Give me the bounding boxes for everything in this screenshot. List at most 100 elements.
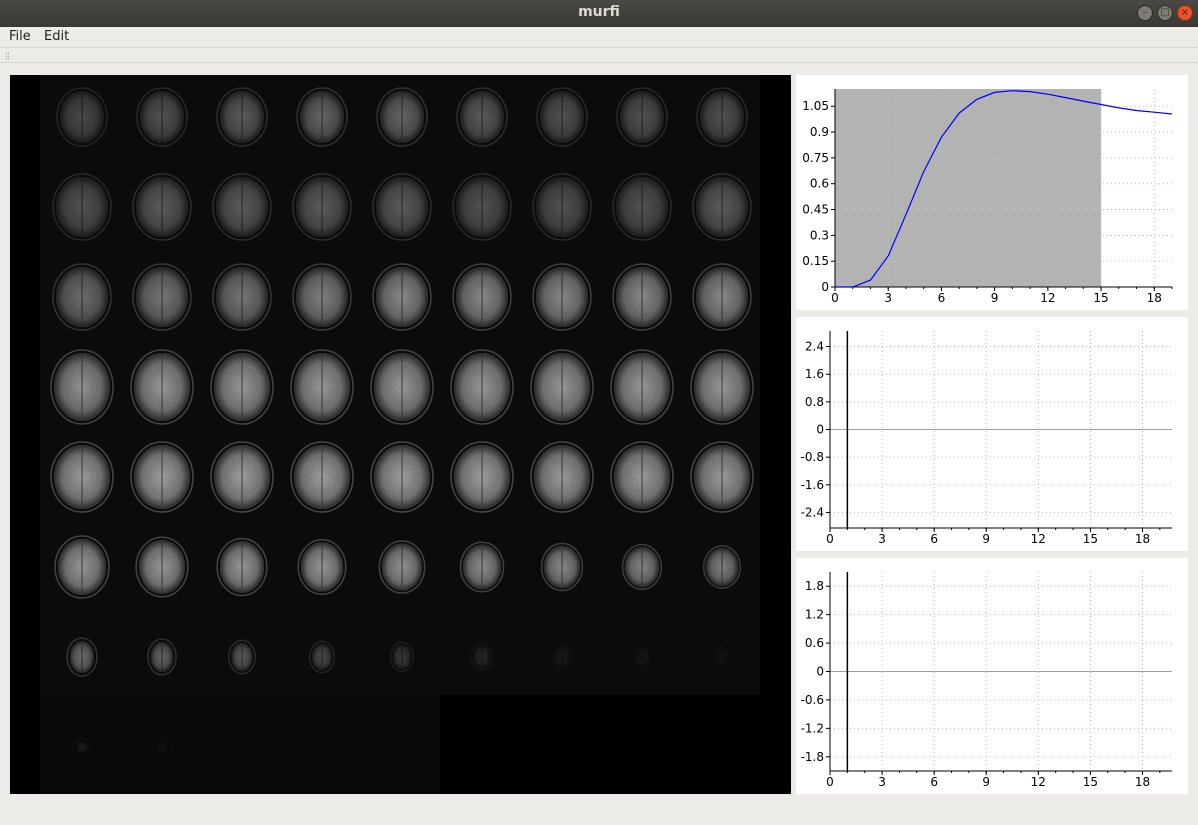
brain-slice <box>210 349 274 425</box>
brain-slice <box>616 87 668 147</box>
brain-slice <box>292 173 352 241</box>
brain-slice <box>612 263 672 331</box>
brain-slice <box>612 173 672 241</box>
y-tick-label: 0.3 <box>810 228 829 242</box>
brain-slice-mosaic <box>40 75 760 794</box>
brain-slice <box>52 173 112 241</box>
brain-slice <box>690 441 754 513</box>
plot-panel-activation: 0 3 6 9 12 15 18 2.4 1.6 0.8 0 -0.8 -1.6 -2.4 <box>796 317 1188 551</box>
menu-edit[interactable]: Edit <box>44 29 69 44</box>
x-tick-label: 0 <box>831 291 839 305</box>
y-tick-label: 0.15 <box>802 254 829 268</box>
brain-slice <box>216 87 268 147</box>
x-tick-label: 12 <box>1031 775 1046 789</box>
brain-slice <box>372 263 432 331</box>
brain-slice <box>132 263 192 331</box>
title-bar: murfi – □ × <box>0 0 1198 27</box>
maximize-button[interactable]: □ <box>1157 5 1173 21</box>
brain-slice <box>54 535 110 599</box>
x-tick-label: 0 <box>826 532 834 546</box>
y-tick-label: -2.4 <box>801 505 824 519</box>
brain-slice <box>210 441 274 513</box>
brain-slice <box>692 173 752 241</box>
x-tick-label: 18 <box>1147 291 1162 305</box>
plot-panel-motion: 0 3 6 9 12 15 18 1.8 1.2 0.6 0 -0.6 -1.2 -1.8 <box>796 558 1188 794</box>
x-tick-label: 0 <box>826 775 834 789</box>
menu-file[interactable]: File <box>9 29 31 44</box>
brain-slice <box>452 173 512 241</box>
y-tick-label: 0.8 <box>805 395 824 409</box>
brain-slice <box>212 173 272 241</box>
y-tick-label: 1.2 <box>805 608 824 622</box>
brain-slice <box>130 441 194 513</box>
brain-slice <box>389 641 415 673</box>
brain-slice <box>308 640 336 674</box>
brain-slice <box>692 263 752 331</box>
mosaic-image-viewer[interactable] <box>10 75 791 794</box>
brain-slice <box>452 263 512 331</box>
y-tick-label: 0.9 <box>810 125 829 139</box>
brain-slice <box>532 263 592 331</box>
y-tick-label: 2.4 <box>805 340 824 354</box>
brain-slice <box>540 542 584 592</box>
brain-slice <box>66 637 98 677</box>
y-tick-label: -0.6 <box>801 693 824 707</box>
brain-slice <box>696 87 748 147</box>
window-title: murfi <box>578 4 620 20</box>
brain-slice <box>690 349 754 425</box>
x-tick-label: 6 <box>930 532 938 546</box>
y-tick-label: 0.6 <box>805 636 824 650</box>
brain-slice <box>610 349 674 425</box>
brain-slice <box>50 349 114 425</box>
brain-slice <box>530 441 594 513</box>
y-tick-label: 0 <box>816 665 824 679</box>
motion-chart: 0 3 6 9 12 15 18 1.8 1.2 0.6 0 -0.6 -1.2 -1.8 <box>801 572 1172 789</box>
y-tick-label: 0.6 <box>810 177 829 191</box>
brain-slice <box>450 441 514 513</box>
y-tick-label: 0.75 <box>802 151 829 165</box>
y-tick-label: 0 <box>821 280 829 294</box>
y-tick-label: 1.8 <box>805 579 824 593</box>
brain-slice <box>147 638 177 676</box>
x-tick-label: 15 <box>1083 775 1098 789</box>
brain-slice <box>470 642 494 672</box>
plot-panel-hrf: 0 3 6 9 12 15 18 0 0.15 0.3 0.45 0.6 0.75 0.9 1.05 <box>796 75 1188 310</box>
toolbar <box>0 47 1198 63</box>
brain-slice <box>370 441 434 513</box>
x-tick-label: 15 <box>1093 291 1108 305</box>
brain-slice <box>632 645 652 669</box>
brain-slice <box>297 538 347 596</box>
x-tick-label: 9 <box>982 532 990 546</box>
x-tick-label: 3 <box>884 291 892 305</box>
close-button[interactable]: × <box>1177 5 1193 21</box>
brain-slice <box>536 87 588 147</box>
brain-slice <box>530 349 594 425</box>
hrf-chart: 0 3 6 9 12 15 18 0 0.15 0.3 0.45 0.6 0.75 0.9 1.05 <box>802 89 1173 305</box>
brain-slice <box>713 646 731 668</box>
x-tick-label: 3 <box>878 532 886 546</box>
brain-slice <box>372 173 432 241</box>
brain-slice <box>50 441 114 513</box>
brain-slice <box>52 263 112 331</box>
x-tick-label: 18 <box>1135 532 1150 546</box>
brain-slice <box>532 173 592 241</box>
brain-slice <box>228 639 256 675</box>
y-tick-label: -1.8 <box>801 750 824 764</box>
brain-slice <box>450 349 514 425</box>
brain-slice <box>136 87 188 147</box>
minimize-button[interactable]: – <box>1137 5 1153 21</box>
brain-slice <box>292 263 352 331</box>
brain-slice <box>621 543 663 591</box>
y-tick-label: 0 <box>816 423 824 437</box>
y-tick-label: 1.6 <box>805 367 824 381</box>
x-tick-label: 6 <box>930 775 938 789</box>
brain-slice <box>296 87 348 147</box>
x-tick-label: 18 <box>1135 775 1150 789</box>
brain-slice <box>216 537 268 597</box>
y-tick-label: -0.8 <box>801 450 824 464</box>
toolbar-grip-handle[interactable] <box>6 52 9 59</box>
brain-slice <box>290 349 354 425</box>
shaded-region <box>835 89 1102 287</box>
brain-slice <box>702 545 742 589</box>
brain-slice <box>370 349 434 425</box>
